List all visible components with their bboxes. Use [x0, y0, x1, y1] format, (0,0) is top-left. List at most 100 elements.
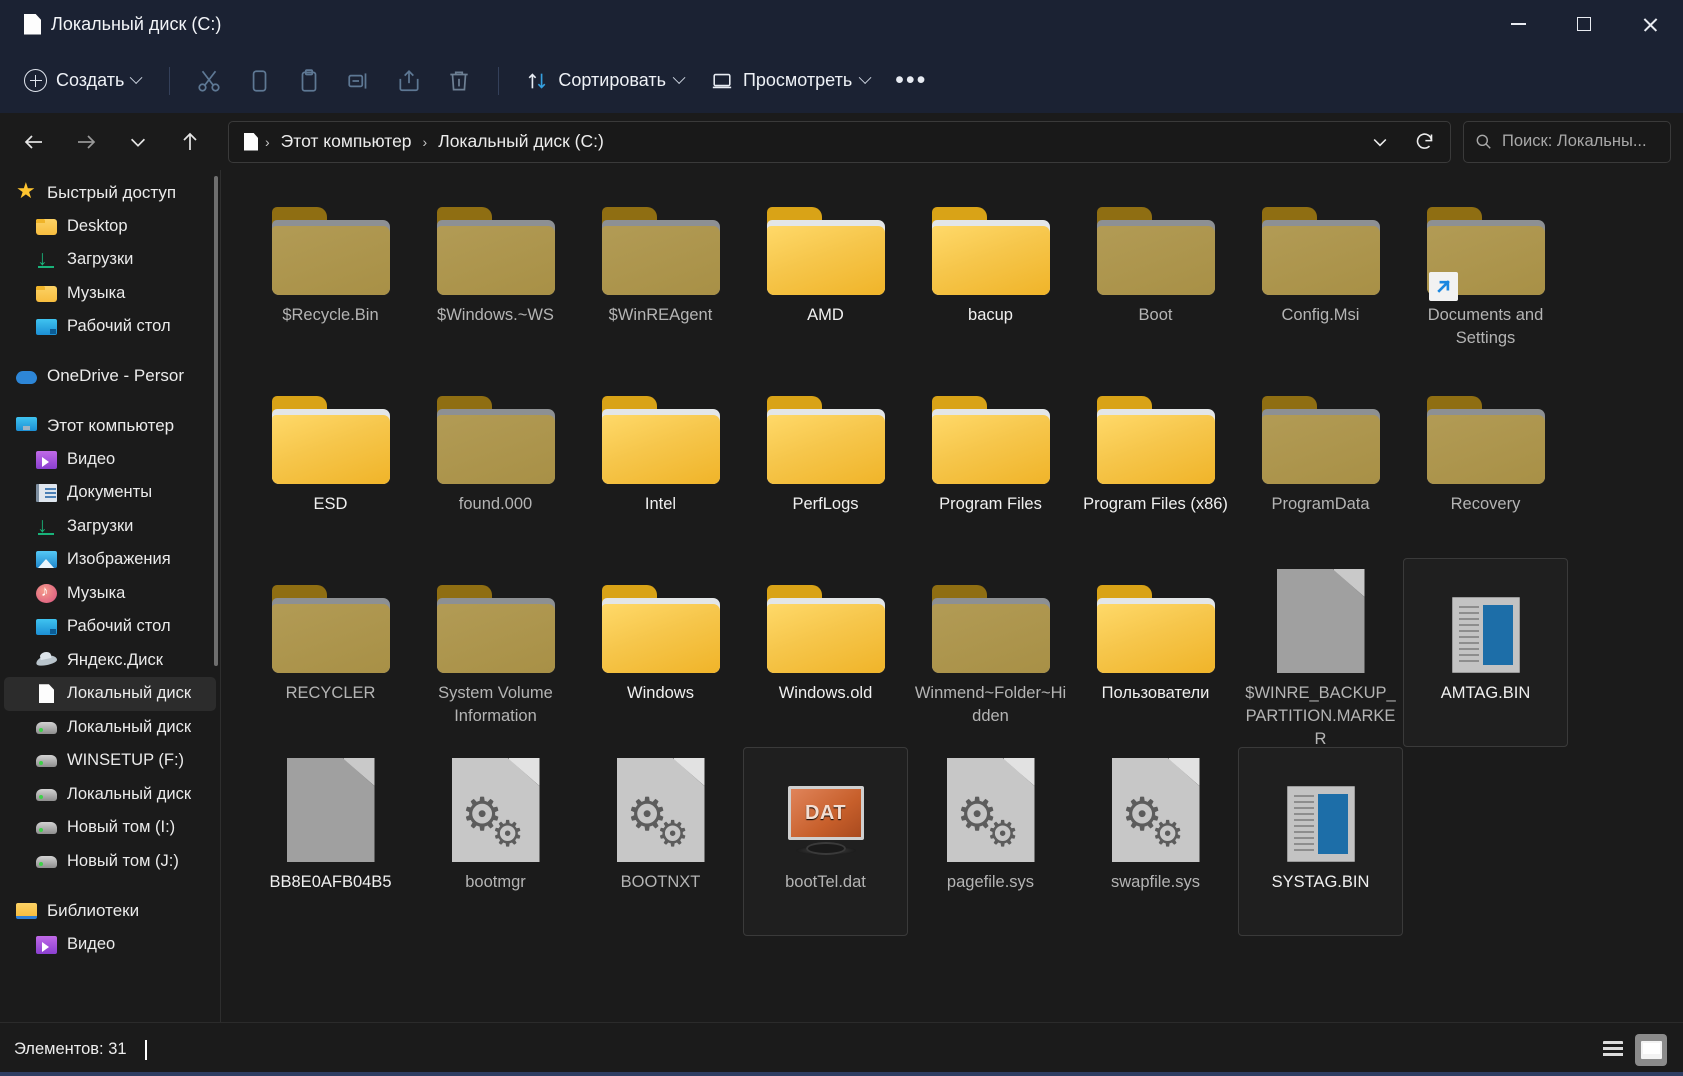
sidebar-item-label: Локальный диск	[67, 784, 192, 803]
sort-button[interactable]: Сортировать	[514, 60, 697, 102]
sidebar-scrollbar[interactable]	[214, 176, 218, 666]
sidebar-item-видео[interactable]: Видео	[4, 443, 216, 477]
recent-locations-button[interactable]	[117, 121, 159, 163]
file-item[interactable]: Winmend~Folder~Hidden	[908, 558, 1073, 747]
search-box[interactable]: Поиск: Локальны...	[1463, 120, 1671, 163]
sidebar-item-локальный-диск[interactable]: Локальный диск	[4, 677, 216, 711]
maximize-button[interactable]	[1551, 0, 1617, 48]
file-item[interactable]: BB8E0AFB04B5	[248, 747, 413, 936]
file-item[interactable]: Program Files	[908, 369, 1073, 558]
cut-button[interactable]	[185, 59, 233, 103]
file-icon-wrap: ⚙ ⚙	[1097, 758, 1215, 862]
file-item[interactable]: AMD	[743, 180, 908, 369]
sidebar-item-загрузки[interactable]: ↓ Загрузки	[4, 510, 216, 544]
file-item[interactable]: Boot	[1073, 180, 1238, 369]
file-item[interactable]: $WinREAgent	[578, 180, 743, 369]
sidebar-item-яндекс-диск[interactable]: Яндекс.Диск	[4, 644, 216, 678]
sidebar-item-новый-том-j[interactable]: Новый том (J:)	[4, 845, 216, 879]
file-list-pane[interactable]: $Recycle.Bin $Windows.~WS $WinREAgent AMD ba…	[220, 170, 1683, 1022]
sidebar-item-рабочий-стол[interactable]: Рабочий стол	[4, 310, 216, 344]
folder-icon	[271, 585, 390, 673]
file-item[interactable]: PerfLogs	[743, 369, 908, 558]
file-item[interactable]: System Volume Information	[413, 558, 578, 747]
back-button[interactable]	[13, 121, 55, 163]
sidebar-item-onedrive-persor[interactable]: OneDrive - Persor	[4, 360, 216, 394]
file-icon-wrap	[931, 569, 1050, 673]
file-item[interactable]: Program Files (x86)	[1073, 369, 1238, 558]
sidebar-item-загрузки[interactable]: ↓ Загрузки	[4, 243, 216, 277]
sidebar-item-локальный-диск[interactable]: Локальный диск	[4, 711, 216, 745]
breadcrumb-dropdown-button[interactable]	[1358, 122, 1402, 162]
minimize-icon	[1510, 23, 1526, 25]
file-item[interactable]: ⚙ ⚙ swapfile.sys	[1073, 747, 1238, 936]
new-button[interactable]: Создать	[14, 61, 154, 101]
sidebar-item-label: Музыка	[67, 583, 126, 602]
breadcrumb-item-this-pc[interactable]: Этот компьютер	[273, 127, 420, 156]
file-item[interactable]: bacup	[908, 180, 1073, 369]
minimize-button[interactable]	[1485, 0, 1551, 48]
forward-button[interactable]	[65, 121, 107, 163]
breadcrumb-item-local-disk[interactable]: Локальный диск (C:)	[430, 127, 612, 156]
sidebar-item-музыка[interactable]: Музыка	[4, 577, 216, 611]
file-icon-wrap	[766, 191, 885, 295]
paste-button[interactable]	[285, 59, 333, 103]
icon-shape	[36, 285, 57, 302]
file-icon-wrap	[1427, 569, 1545, 673]
close-button[interactable]	[1617, 0, 1683, 48]
sidebar-item-видео[interactable]: Видео	[4, 928, 216, 962]
file-item[interactable]: Intel	[578, 369, 743, 558]
file-item[interactable]: $WINRE_BACKUP_PARTITION.MARKER	[1238, 558, 1403, 747]
file-item[interactable]: ⚙ ⚙ BOOTNXT	[578, 747, 743, 936]
search-input[interactable]: Поиск: Локальны...	[1502, 132, 1647, 151]
file-item[interactable]: ⚙ ⚙ bootmgr	[413, 747, 578, 936]
tile-view-button[interactable]	[1635, 1033, 1667, 1066]
delete-button[interactable]	[435, 59, 483, 103]
file-item[interactable]: ⚙ ⚙ pagefile.sys	[908, 747, 1073, 936]
refresh-button[interactable]	[1402, 122, 1446, 162]
folder-icon	[766, 585, 885, 673]
file-item[interactable]: Recovery	[1403, 369, 1568, 558]
icon-shape	[36, 619, 57, 636]
file-item[interactable]: $Recycle.Bin	[248, 180, 413, 369]
file-item[interactable]: Config.Msi	[1238, 180, 1403, 369]
file-item[interactable]: Пользователи	[1073, 558, 1238, 747]
text-caret	[144, 1039, 147, 1060]
file-icon-wrap	[1096, 191, 1215, 295]
file-name-label: ESD	[313, 495, 348, 513]
file-item[interactable]: AMTAG.BIN	[1403, 558, 1568, 747]
sidebar-item-локальный-диск[interactable]: Локальный диск	[4, 778, 216, 812]
sidebar-item-музыка[interactable]: Музыка	[4, 277, 216, 311]
view-button[interactable]: Просмотреть	[699, 60, 883, 102]
file-item[interactable]: DAT bootTel.dat	[743, 747, 908, 936]
file-item[interactable]: Windows	[578, 558, 743, 747]
sidebar-item-быстрый-доступ[interactable]: ★ Быстрый доступ	[4, 176, 216, 210]
sidebar-item-этот-компьютер[interactable]: Этот компьютер	[4, 409, 216, 443]
file-item[interactable]: $Windows.~WS	[413, 180, 578, 369]
folder-icon	[931, 207, 1050, 295]
file-item[interactable]: ProgramData	[1238, 369, 1403, 558]
file-item[interactable]: found.000	[413, 369, 578, 558]
sidebar-item-документы[interactable]: Документы	[4, 476, 216, 510]
document-icon	[24, 13, 41, 35]
up-button[interactable]	[169, 121, 211, 163]
more-button[interactable]: •••	[885, 59, 937, 103]
sidebar-item-новый-том-i[interactable]: Новый том (I:)	[4, 811, 216, 845]
share-button[interactable]	[385, 59, 433, 103]
list-view-button[interactable]	[1597, 1034, 1629, 1066]
sidebar-item-библиотеки[interactable]: Библиотеки	[4, 894, 216, 928]
breadcrumb[interactable]: › Этот компьютер › Локальный диск (C:)	[228, 120, 1451, 163]
rename-button[interactable]	[335, 59, 383, 103]
file-item[interactable]: RECYCLER	[248, 558, 413, 747]
window-tab[interactable]: Локальный диск (C:)	[14, 4, 237, 44]
sidebar-item-изображения[interactable]: Изображения	[4, 543, 216, 577]
folder-icon	[1096, 585, 1215, 673]
file-item[interactable]: Windows.old	[743, 558, 908, 747]
file-item[interactable]: ESD	[248, 369, 413, 558]
copy-button[interactable]	[235, 59, 283, 103]
sidebar-item-рабочий-стол[interactable]: Рабочий стол	[4, 610, 216, 644]
file-item[interactable]: Documents and Settings	[1403, 180, 1568, 369]
sidebar-item-desktop[interactable]: Desktop	[4, 210, 216, 244]
sidebar-item-winsetup-f[interactable]: WINSETUP (F:)	[4, 744, 216, 778]
file-item[interactable]: SYSTAG.BIN	[1238, 747, 1403, 936]
